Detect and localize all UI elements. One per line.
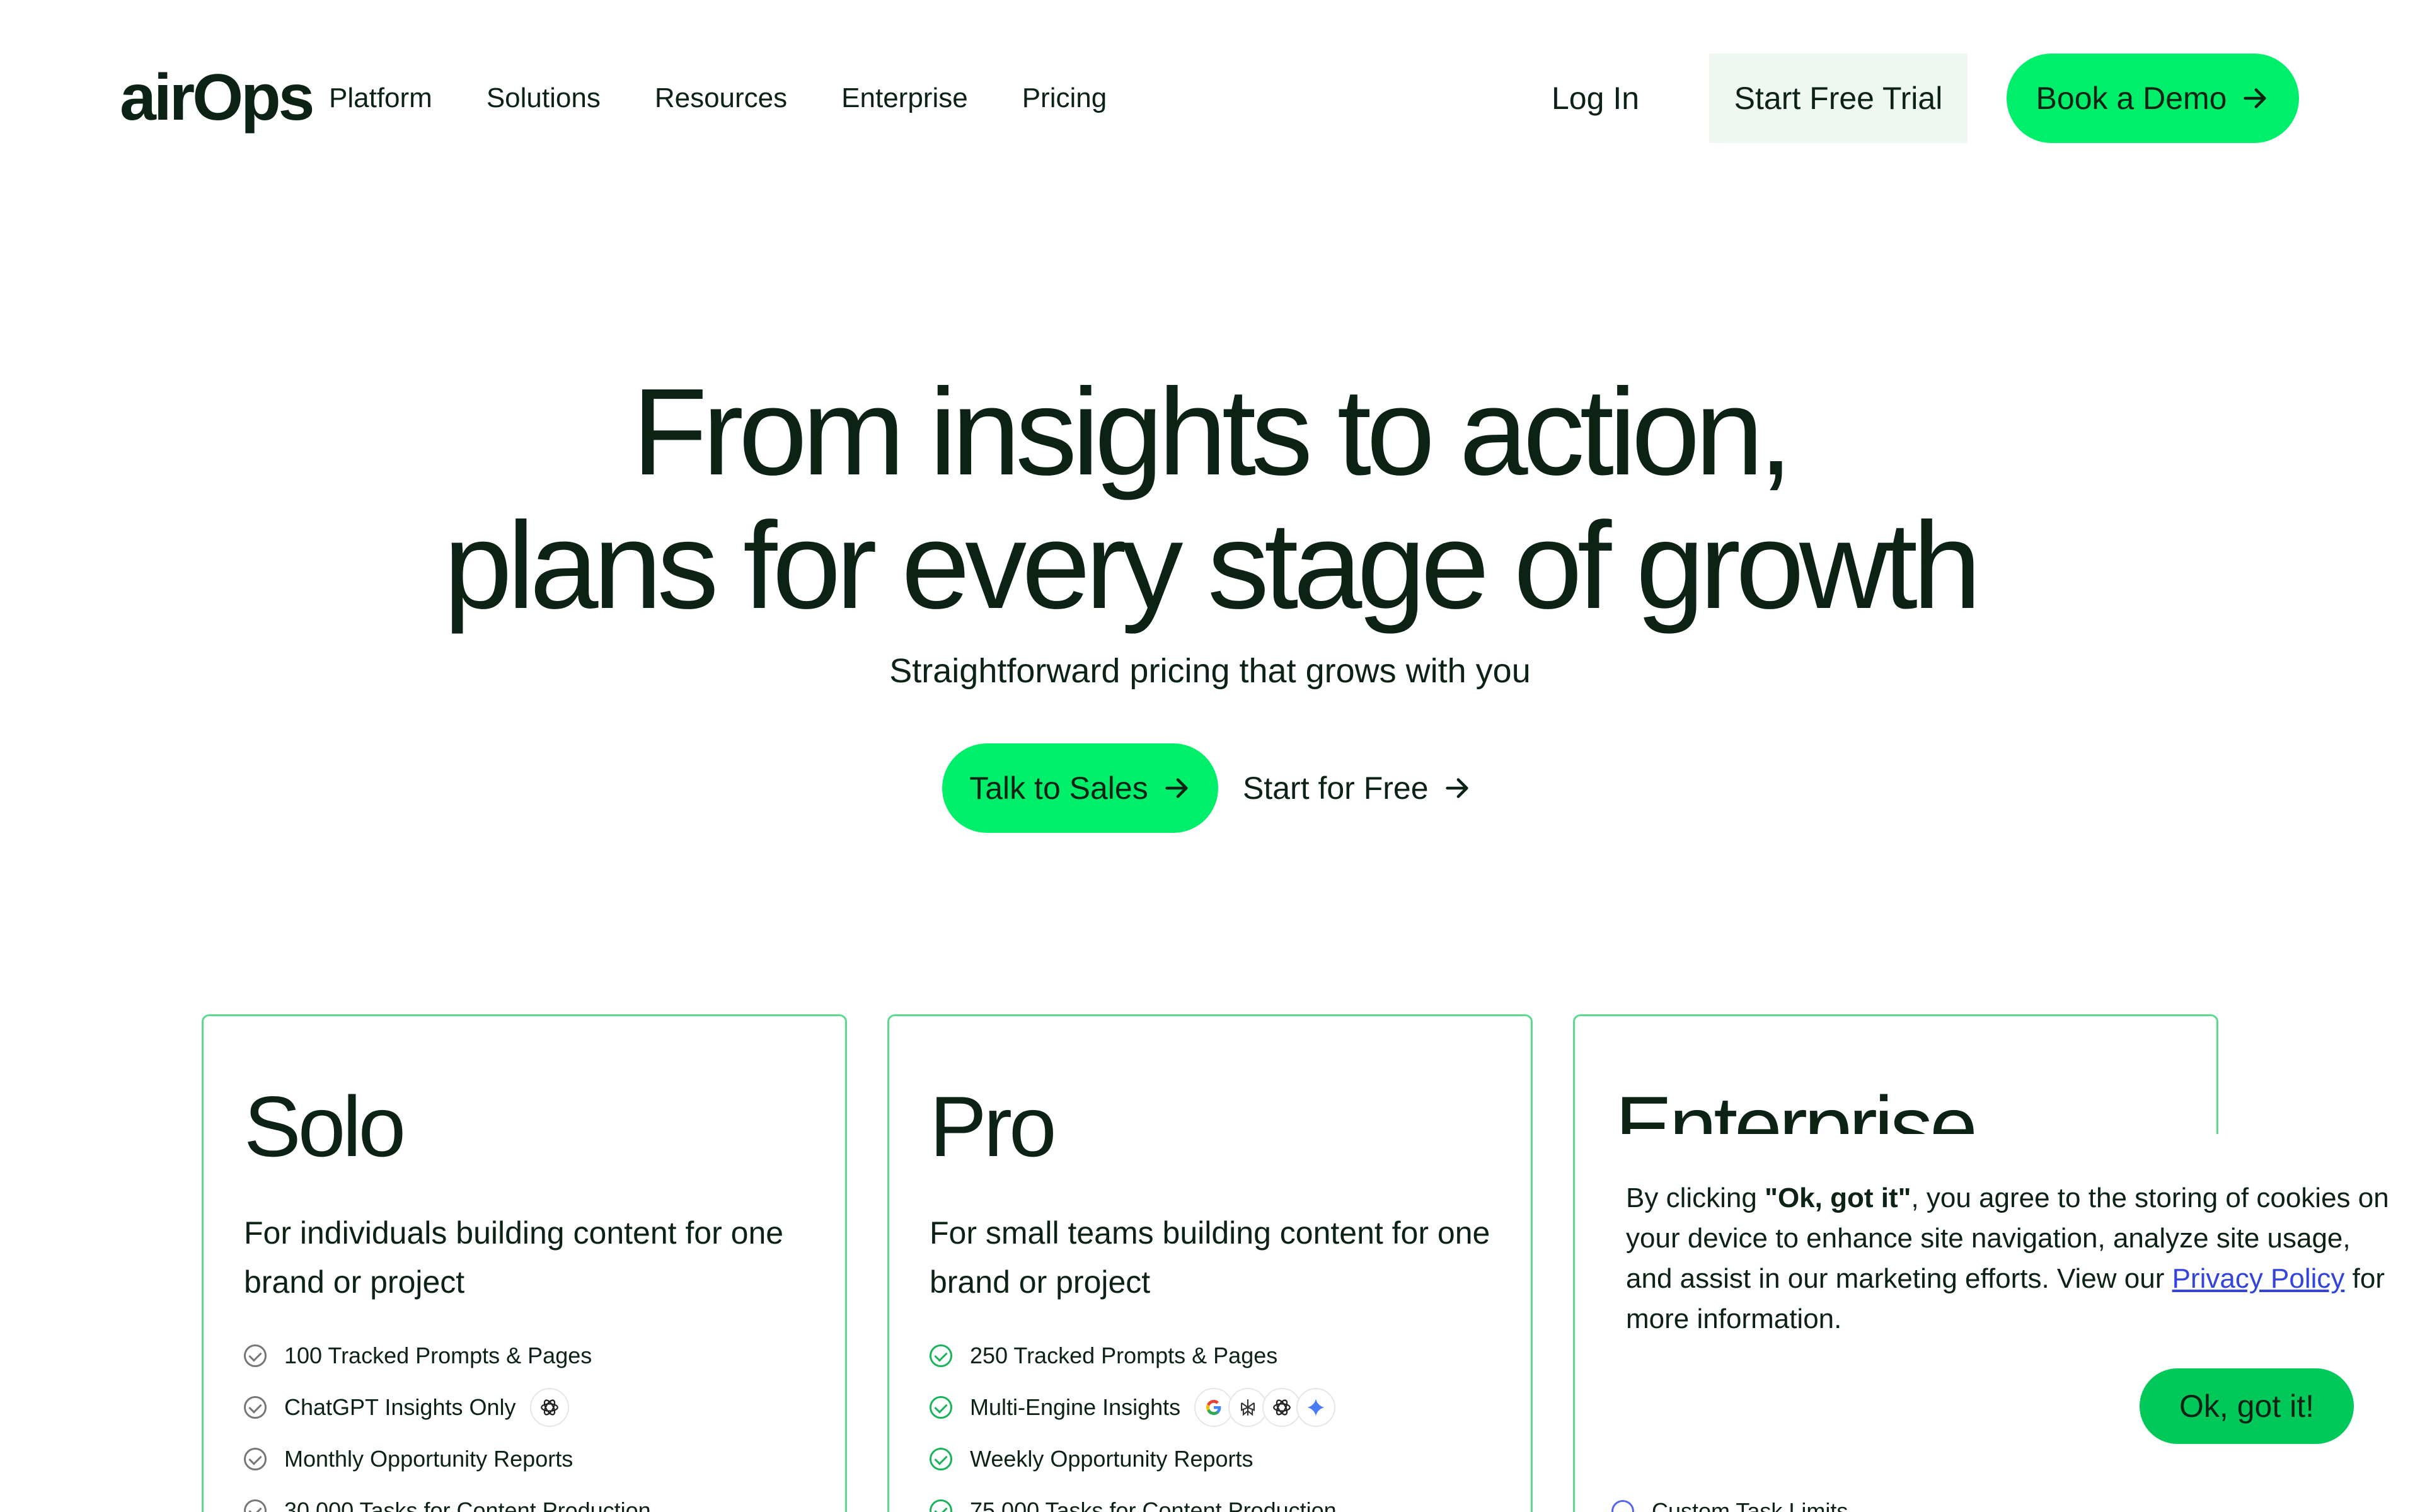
feature-item: 250 Tracked Prompts & Pages (930, 1330, 1337, 1382)
cookie-text-before: By clicking (1626, 1183, 1765, 1213)
nav-link-solutions[interactable]: Solutions (487, 76, 601, 121)
check-circle-icon (244, 1499, 267, 1512)
feature-label: Multi-Engine Insights (970, 1394, 1181, 1420)
feature-item: 30,000 Tasks for Content Production (244, 1485, 651, 1512)
talk-to-sales-label: Talk to Sales (969, 770, 1148, 806)
chatgpt-icon (1262, 1388, 1302, 1427)
arrow-right-icon (1445, 778, 1468, 798)
nav-links: Platform Solutions Resources Enterprise … (329, 76, 1161, 121)
plan-card-pro: Pro For small teams building content for… (887, 1014, 1533, 1512)
nav-link-pricing[interactable]: Pricing (1022, 76, 1107, 121)
feature-label: Custom Task Limits (1652, 1498, 1848, 1512)
hero-subtitle: Straightforward pricing that grows with … (889, 652, 1531, 690)
check-circle-icon (930, 1396, 952, 1419)
accept-cookies-button[interactable]: Ok, got it! (2140, 1368, 2354, 1444)
check-circle-icon (244, 1396, 267, 1419)
check-circle-icon (1611, 1500, 1634, 1512)
start-for-free-button[interactable]: Start for Free (1243, 743, 1472, 833)
hero-title-line-1: From insights to action, (631, 363, 1793, 501)
feature-list: 100 Tracked Prompts & Pages ChatGPT Insi… (244, 1330, 651, 1512)
hero-title: From insights to action, plans for every… (0, 365, 2420, 633)
feature-label: Monthly Opportunity Reports (284, 1446, 573, 1472)
check-circle-icon (930, 1499, 952, 1512)
feature-label: 250 Tracked Prompts & Pages (970, 1343, 1278, 1368)
feature-label: ChatGPT Insights Only (284, 1394, 516, 1420)
plan-title: Pro (930, 1079, 1057, 1174)
arrow-right-icon (2244, 88, 2267, 108)
gemini-icon (1296, 1388, 1336, 1427)
book-demo-label: Book a Demo (2036, 81, 2227, 116)
check-circle-icon (930, 1448, 952, 1470)
cookie-text-bold: "Ok, got it" (1765, 1183, 1911, 1213)
plan-description: For individuals building content for one… (244, 1215, 784, 1300)
airops-logo[interactable]: airOps (120, 63, 314, 132)
check-circle-icon (244, 1448, 267, 1470)
feature-item: 75,000 Tasks for Content Production (930, 1485, 1337, 1512)
hero-title-line-2: plans for every stage of growth (443, 496, 1981, 634)
talk-to-sales-button[interactable]: Talk to Sales (942, 743, 1218, 833)
nav-link-platform[interactable]: Platform (329, 76, 432, 121)
start-free-trial-button[interactable]: Start Free Trial (1709, 54, 1968, 143)
plan-title: Solo (244, 1079, 406, 1174)
google-icon (1194, 1388, 1234, 1427)
cookie-message: By clicking "Ok, got it", you agree to t… (1626, 1178, 2401, 1339)
feature-item: Monthly Opportunity Reports (244, 1433, 651, 1485)
feature-item: Multi-Engine Insights (930, 1382, 1337, 1433)
feature-label: Weekly Opportunity Reports (970, 1446, 1253, 1472)
plan-description: For small teams building content for one… (930, 1215, 1490, 1300)
start-free-trial-label: Start Free Trial (1734, 81, 1943, 116)
feature-label: 30,000 Tasks for Content Production (284, 1498, 651, 1512)
feature-item: Weekly Opportunity Reports (930, 1433, 1337, 1485)
privacy-policy-link[interactable]: Privacy Policy (2172, 1263, 2345, 1294)
feature-list: 250 Tracked Prompts & Pages Multi-Engine… (930, 1330, 1337, 1512)
feature-item: Custom Task Limits (1611, 1498, 1848, 1512)
nav-link-resources[interactable]: Resources (655, 76, 787, 121)
top-navigation: airOps Platform Solutions Resources Ente… (0, 0, 2420, 197)
arrow-right-icon (1165, 778, 1188, 798)
accept-cookies-label: Ok, got it! (2179, 1389, 2314, 1424)
start-for-free-label: Start for Free (1243, 770, 1429, 806)
feature-item: 100 Tracked Prompts & Pages (244, 1330, 651, 1382)
book-demo-button[interactable]: Book a Demo (2007, 54, 2299, 143)
feature-label: 100 Tracked Prompts & Pages (284, 1343, 592, 1368)
check-circle-icon (244, 1344, 267, 1367)
feature-item: ChatGPT Insights Only (244, 1382, 651, 1433)
feature-label: 75,000 Tasks for Content Production (970, 1498, 1337, 1512)
perplexity-icon (1228, 1388, 1268, 1427)
engine-icons (1194, 1388, 1336, 1427)
check-circle-icon (930, 1344, 952, 1367)
plan-card-solo: Solo For individuals building content fo… (202, 1014, 847, 1512)
login-link[interactable]: Log In (1552, 76, 1639, 121)
engine-icons (529, 1388, 569, 1427)
chatgpt-icon (529, 1388, 569, 1427)
cookie-consent-banner: By clicking "Ok, got it", you agree to t… (1588, 1134, 2420, 1512)
nav-link-enterprise[interactable]: Enterprise (841, 76, 968, 121)
